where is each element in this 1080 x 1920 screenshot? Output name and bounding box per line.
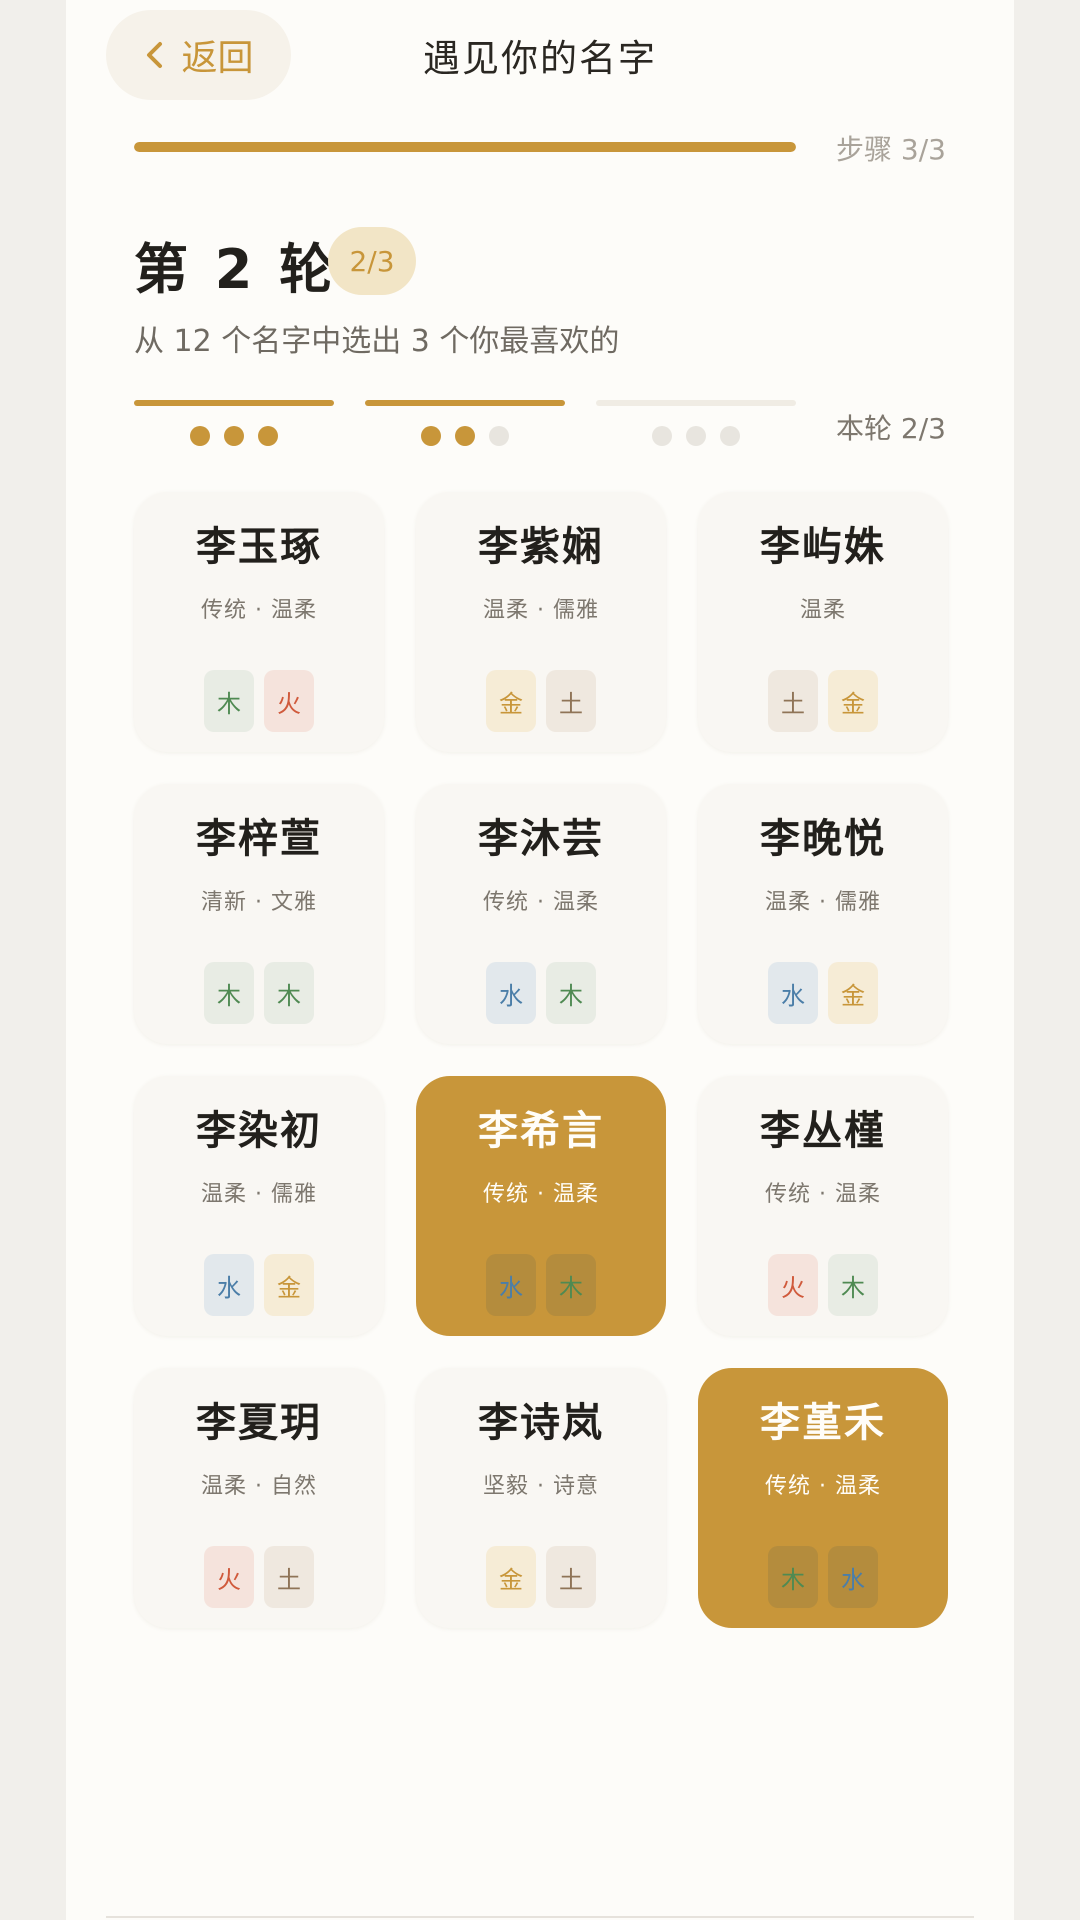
element-tags: 木火 [204, 670, 314, 732]
element-badge: 水 [204, 1254, 254, 1316]
name-tags: 温柔 · 儒雅 [483, 598, 599, 623]
element-badge: 土 [546, 1546, 596, 1608]
element-badge: 木 [546, 962, 596, 1024]
name-tags: 传统 · 温柔 [765, 1474, 881, 1499]
name-tags: 温柔 · 儒雅 [765, 890, 881, 915]
element-badge: 水 [828, 1546, 878, 1608]
element-badge: 金 [486, 1546, 536, 1608]
name-tags: 传统 · 温柔 [765, 1182, 881, 1207]
name-tags: 温柔 · 儒雅 [201, 1182, 317, 1207]
name-card[interactable]: 李玉琢 传统 · 温柔 木火 [134, 492, 384, 752]
element-badge: 火 [204, 1546, 254, 1608]
round-group-2 [365, 400, 565, 446]
name-text: 李诗岚 [478, 1400, 604, 1446]
name-text: 李沐芸 [478, 816, 604, 862]
name-text: 李玉琢 [196, 524, 322, 570]
element-badge: 金 [486, 670, 536, 732]
progress-dot [421, 426, 441, 446]
name-text: 李染初 [196, 1108, 322, 1154]
name-card[interactable]: 李堇禾 传统 · 温柔 木水 [698, 1368, 948, 1628]
name-card[interactable]: 李晚悦 温柔 · 儒雅 水金 [698, 784, 948, 1044]
progress-dot [224, 426, 244, 446]
element-tags: 木水 [768, 1546, 878, 1608]
name-text: 李堇禾 [760, 1400, 886, 1446]
group-bar [134, 400, 334, 406]
element-tags: 土金 [768, 670, 878, 732]
name-grid: 李玉琢 传统 · 温柔 木火 李紫娴 温柔 · 儒雅 金土 李屿姝 温柔 土金 … [134, 492, 948, 1628]
element-badge: 水 [486, 1254, 536, 1316]
step-label: 步骤 3/3 [836, 133, 946, 166]
element-tags: 水木 [486, 962, 596, 1024]
name-card[interactable]: 李希言 传统 · 温柔 水木 [416, 1076, 666, 1336]
name-text: 李梓萱 [196, 816, 322, 862]
element-tags: 木木 [204, 962, 314, 1024]
element-badge: 土 [264, 1546, 314, 1608]
name-card[interactable]: 李沐芸 传统 · 温柔 水木 [416, 784, 666, 1044]
round-group-1 [134, 400, 334, 446]
element-badge: 水 [486, 962, 536, 1024]
element-badge: 木 [828, 1254, 878, 1316]
name-tags: 传统 · 温柔 [483, 1182, 599, 1207]
name-card[interactable]: 李屿姝 温柔 土金 [698, 492, 948, 752]
round-progress-label: 本轮 2/3 [836, 412, 946, 445]
name-selection-page: 返回 遇见你的名字 步骤 3/3 第 2 轮 2/3 从 12 个名字中选出 3… [66, 0, 1014, 1920]
element-badge: 金 [264, 1254, 314, 1316]
name-text: 李夏玥 [196, 1400, 322, 1446]
page-title: 遇见你的名字 [423, 37, 657, 80]
element-badge: 金 [828, 962, 878, 1024]
step-progress-bar [134, 142, 796, 152]
group-bar [596, 400, 796, 406]
name-text: 李紫娴 [478, 524, 604, 570]
name-text: 李屿姝 [760, 524, 886, 570]
element-tags: 火土 [204, 1546, 314, 1608]
element-badge: 木 [768, 1546, 818, 1608]
name-text: 李丛槿 [760, 1108, 886, 1154]
element-tags: 金土 [486, 1546, 596, 1608]
name-card[interactable]: 李梓萱 清新 · 文雅 木木 [134, 784, 384, 1044]
element-tags: 水金 [768, 962, 878, 1024]
element-badge: 水 [768, 962, 818, 1024]
progress-dot [686, 426, 706, 446]
group-bar [365, 400, 565, 406]
step-progress-fill [134, 142, 796, 152]
round-group-3 [596, 400, 796, 446]
element-tags: 水金 [204, 1254, 314, 1316]
name-tags: 传统 · 温柔 [201, 598, 317, 623]
divider [106, 1916, 974, 1918]
name-tags: 传统 · 温柔 [483, 890, 599, 915]
name-tags: 温柔 [799, 598, 846, 623]
progress-dot [652, 426, 672, 446]
progress-dot [455, 426, 475, 446]
name-tags: 清新 · 文雅 [201, 890, 317, 915]
name-tags: 坚毅 · 诗意 [483, 1474, 599, 1499]
element-tags: 金土 [486, 670, 596, 732]
name-card[interactable]: 李夏玥 温柔 · 自然 火土 [134, 1368, 384, 1628]
element-badge: 土 [768, 670, 818, 732]
element-badge: 木 [204, 670, 254, 732]
element-badge: 金 [828, 670, 878, 732]
name-tags: 温柔 · 自然 [201, 1474, 317, 1499]
element-badge: 火 [768, 1254, 818, 1316]
element-tags: 水木 [486, 1254, 596, 1316]
element-badge: 木 [546, 1254, 596, 1316]
round-badge: 2/3 [328, 227, 416, 295]
name-card[interactable]: 李丛槿 传统 · 温柔 火木 [698, 1076, 948, 1336]
progress-dot [489, 426, 509, 446]
name-text: 李希言 [478, 1108, 604, 1154]
round-subtitle: 从 12 个名字中选出 3 个你最喜欢的 [134, 324, 620, 359]
name-card[interactable]: 李紫娴 温柔 · 儒雅 金土 [416, 492, 666, 752]
element-badge: 火 [264, 670, 314, 732]
element-badge: 木 [264, 962, 314, 1024]
round-title: 第 2 轮 [134, 238, 338, 301]
progress-dot [190, 426, 210, 446]
progress-dot [258, 426, 278, 446]
element-badge: 木 [204, 962, 254, 1024]
progress-dot [720, 426, 740, 446]
name-card[interactable]: 李诗岚 坚毅 · 诗意 金土 [416, 1368, 666, 1628]
name-text: 李晚悦 [760, 816, 886, 862]
name-card[interactable]: 李染初 温柔 · 儒雅 水金 [134, 1076, 384, 1336]
element-badge: 土 [546, 670, 596, 732]
element-tags: 火木 [768, 1254, 878, 1316]
